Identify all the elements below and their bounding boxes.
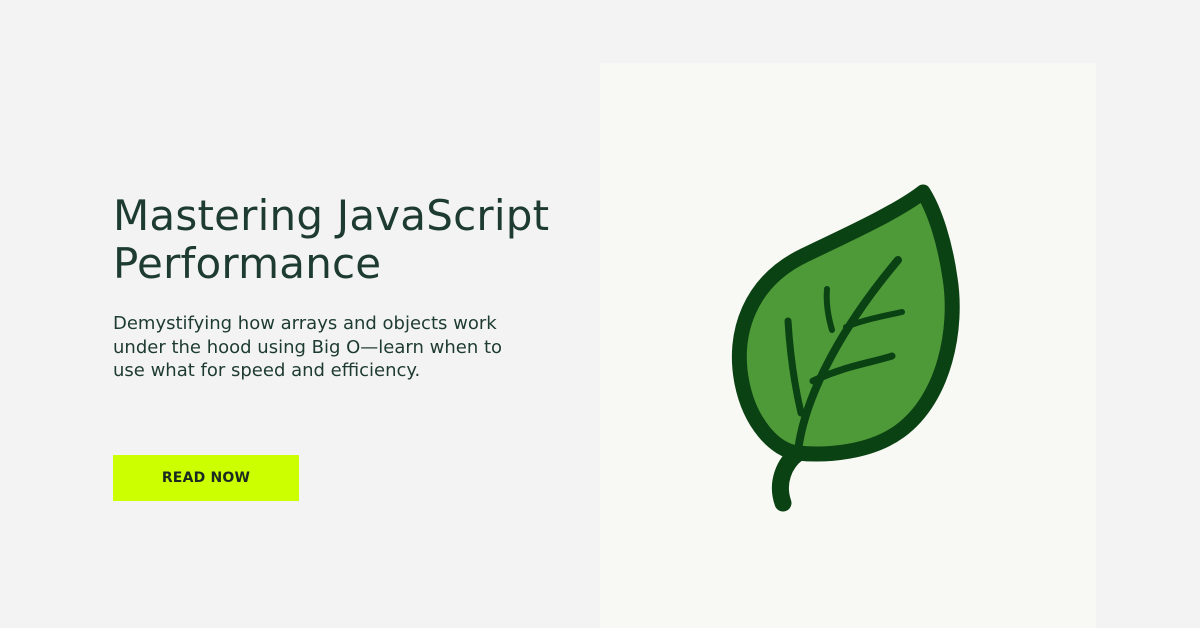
title-line-1: Mastering JavaScript [113,191,550,240]
illustration-panel [600,63,1096,628]
page-description: Demystifying how arrays and objects work… [113,313,503,381]
title-line-2: Performance [113,239,382,288]
page-title: Mastering JavaScript Performance [113,192,573,288]
read-now-button[interactable]: READ NOW [113,455,299,501]
hero-text-block: Mastering JavaScript Performance Demysti… [113,192,573,382]
leaf-icon [731,184,960,512]
